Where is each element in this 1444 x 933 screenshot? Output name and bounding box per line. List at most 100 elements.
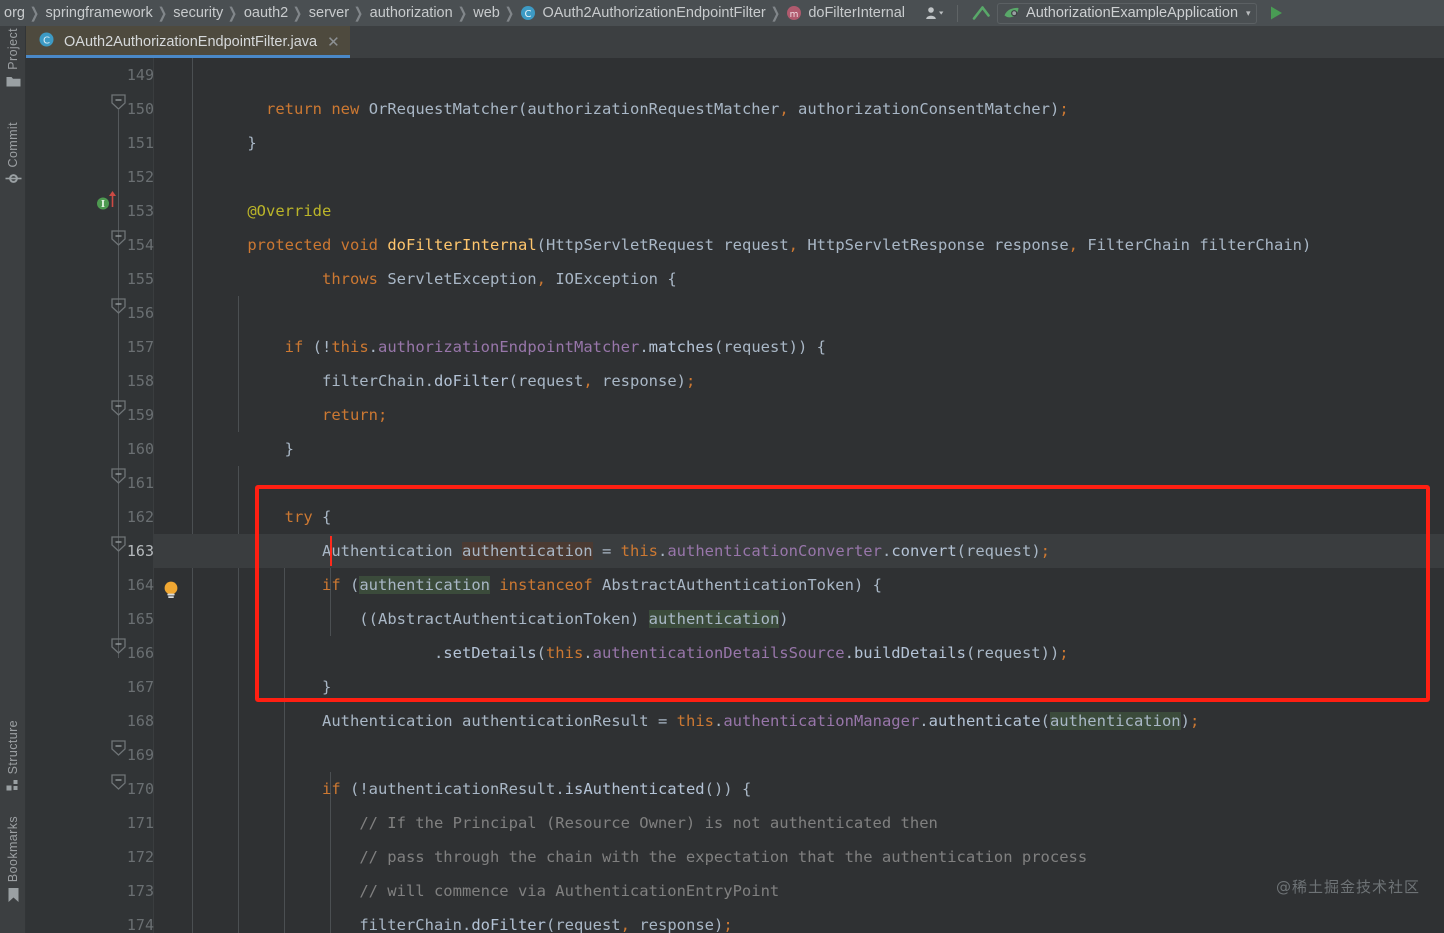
code-line-163[interactable]: if (authentication instanceof AbstractAu… — [154, 534, 1444, 568]
line-number-current: 163 — [86, 534, 154, 568]
editor-tab-label: OAuth2AuthorizationEndpointFilter.java — [64, 34, 317, 50]
breadcrumb-item-authorization[interactable]: authorization — [366, 0, 456, 26]
profile-icon[interactable] — [922, 0, 948, 26]
breadcrumb-item-server[interactable]: server — [305, 0, 352, 26]
breadcrumb-separator-icon: ❯ — [30, 4, 40, 22]
code-line-164[interactable]: ((AbstractAuthenticationToken) authentic… — [154, 568, 1444, 602]
line-number: 155 — [86, 262, 154, 296]
code-line-167[interactable]: Authentication authenticationResult = th… — [154, 670, 1444, 704]
svg-text:C: C — [43, 36, 50, 47]
line-number: 154 — [86, 228, 154, 262]
editor-tab-oauth2authorizationendpointfilter[interactable]: C OAuth2AuthorizationEndpointFilter.java… — [26, 26, 350, 58]
breadcrumb-item-security[interactable]: security — [169, 0, 226, 26]
line-number: 152 — [86, 160, 154, 194]
sidebar-item-bookmarks[interactable]: Bookmarks — [0, 816, 26, 913]
breadcrumb-separator-icon: ❯ — [457, 4, 467, 22]
editor-tab-row: C OAuth2AuthorizationEndpointFilter.java… — [26, 26, 1444, 58]
commit-icon — [5, 172, 22, 190]
sidebar-item-project[interactable]: Project — [0, 28, 26, 98]
code-line-155[interactable] — [154, 262, 1444, 296]
code-line-159[interactable]: } — [154, 398, 1444, 432]
code-line-151[interactable] — [154, 126, 1444, 160]
code-line-166[interactable]: } — [154, 636, 1444, 670]
code-line-152[interactable]: @Override — [154, 160, 1444, 194]
code-line-174[interactable]: return; — [154, 908, 1444, 933]
code-editor[interactable]: I 149 150 151 152 153 154 155 156 157 15… — [26, 58, 1444, 933]
code-line-165[interactable]: .setDetails(this.authenticationDetailsSo… — [154, 602, 1444, 636]
line-number: 158 — [86, 364, 154, 398]
breadcrumb-separator-icon: ❯ — [293, 4, 303, 22]
line-number: 157 — [86, 330, 154, 364]
method-icon: m — [786, 5, 802, 21]
code-line-157[interactable]: filterChain.doFilter(request, response); — [154, 330, 1444, 364]
line-number: 169 — [86, 738, 154, 772]
sidebar-item-structure[interactable]: Structure — [0, 720, 26, 802]
breadcrumb-label: authorization — [370, 5, 453, 21]
line-number: 165 — [86, 602, 154, 636]
breadcrumb-label: server — [309, 5, 349, 21]
code-line-154[interactable]: throws ServletException, IOException { — [154, 228, 1444, 262]
breadcrumb-item-web[interactable]: web — [469, 0, 503, 26]
toolbar-divider — [957, 5, 958, 22]
code-line-173[interactable]: filterChain.doFilter(request, response); — [154, 874, 1444, 908]
code-line-158[interactable]: return; — [154, 364, 1444, 398]
breadcrumb-item-org[interactable]: org — [0, 0, 28, 26]
code-line-150[interactable]: } — [154, 92, 1444, 126]
breadcrumb-item-springframework[interactable]: springframework — [42, 0, 156, 26]
line-number: 174 — [86, 908, 154, 933]
svg-text:m: m — [790, 10, 799, 20]
editor-gutter[interactable]: I 149 150 151 152 153 154 155 156 157 15… — [26, 58, 154, 933]
line-number: 172 — [86, 840, 154, 874]
code-line-171[interactable]: // pass through the chain with the expec… — [154, 806, 1444, 840]
class-icon: C — [520, 5, 536, 21]
breadcrumb-label: oauth2 — [244, 5, 288, 21]
code-line-169[interactable]: if (!authenticationResult.isAuthenticate… — [154, 738, 1444, 772]
run-configuration-label: AuthorizationExampleApplication — [1026, 5, 1238, 21]
structure-icon — [6, 779, 21, 797]
breadcrumb-item-method[interactable]: m doFilterInternal — [782, 0, 908, 26]
chevron-down-icon[interactable]: ▾ — [1246, 8, 1251, 19]
breadcrumb-separator-icon: ❯ — [354, 4, 364, 22]
tool-window-stripe-left: Project Commit Structure Bookmarks — [0, 26, 26, 933]
line-number: 162 — [86, 500, 154, 534]
line-number: 160 — [86, 432, 154, 466]
project-folder-icon — [6, 75, 21, 93]
code-line-149[interactable]: return new OrRequestMatcher(authorizatio… — [154, 58, 1444, 92]
close-icon[interactable]: ✕ — [327, 35, 340, 50]
line-number: 149 — [86, 58, 154, 92]
breadcrumb-item-class[interactable]: C OAuth2AuthorizationEndpointFilter — [516, 0, 768, 26]
code-text-area[interactable]: return new OrRequestMatcher(authorizatio… — [154, 58, 1444, 933]
line-number: 166 — [86, 636, 154, 670]
line-number: 150 — [86, 92, 154, 126]
breadcrumb-label: doFilterInternal — [808, 5, 905, 21]
bookmark-icon — [7, 887, 20, 908]
line-number: 170 — [86, 772, 154, 806]
hammer-icon[interactable] — [967, 0, 995, 26]
code-line-161[interactable]: try { — [154, 466, 1444, 500]
line-number: 161 — [86, 466, 154, 500]
code-line-156[interactable]: if (!this.authorizationEndpointMatcher.m… — [154, 296, 1444, 330]
line-number: 167 — [86, 670, 154, 704]
run-configuration-selector[interactable]: AuthorizationExampleApplication ▾ — [997, 3, 1257, 24]
breadcrumb-label: web — [473, 5, 500, 21]
breadcrumb-item-oauth2[interactable]: oauth2 — [240, 0, 291, 26]
breadcrumb-separator-icon: ❯ — [505, 4, 515, 22]
spring-boot-leaf-icon — [1003, 6, 1020, 21]
breadcrumb-label: springframework — [46, 5, 153, 21]
watermark-text: @稀土掘金技术社区 — [1276, 876, 1420, 897]
code-line-170[interactable]: // If the Principal (Resource Owner) is … — [154, 772, 1444, 806]
svg-text:C: C — [525, 9, 532, 20]
sidebar-item-label: Bookmarks — [6, 816, 20, 882]
code-line-153[interactable]: protected void doFilterInternal(HttpServ… — [154, 194, 1444, 228]
code-line-162[interactable]: Authentication authentication = this.aut… — [154, 500, 1444, 534]
code-line-168[interactable] — [154, 704, 1444, 738]
line-number: 153 — [86, 194, 154, 228]
breadcrumb-separator-icon: ❯ — [770, 4, 780, 22]
run-play-icon[interactable] — [1265, 0, 1287, 26]
code-line-172[interactable]: // will commence via AuthenticationEntry… — [154, 840, 1444, 874]
line-number: 168 — [86, 704, 154, 738]
java-class-icon: C — [38, 31, 55, 53]
code-line-160[interactable] — [154, 432, 1444, 466]
text-caret — [330, 536, 332, 566]
sidebar-item-commit[interactable]: Commit — [0, 122, 26, 195]
